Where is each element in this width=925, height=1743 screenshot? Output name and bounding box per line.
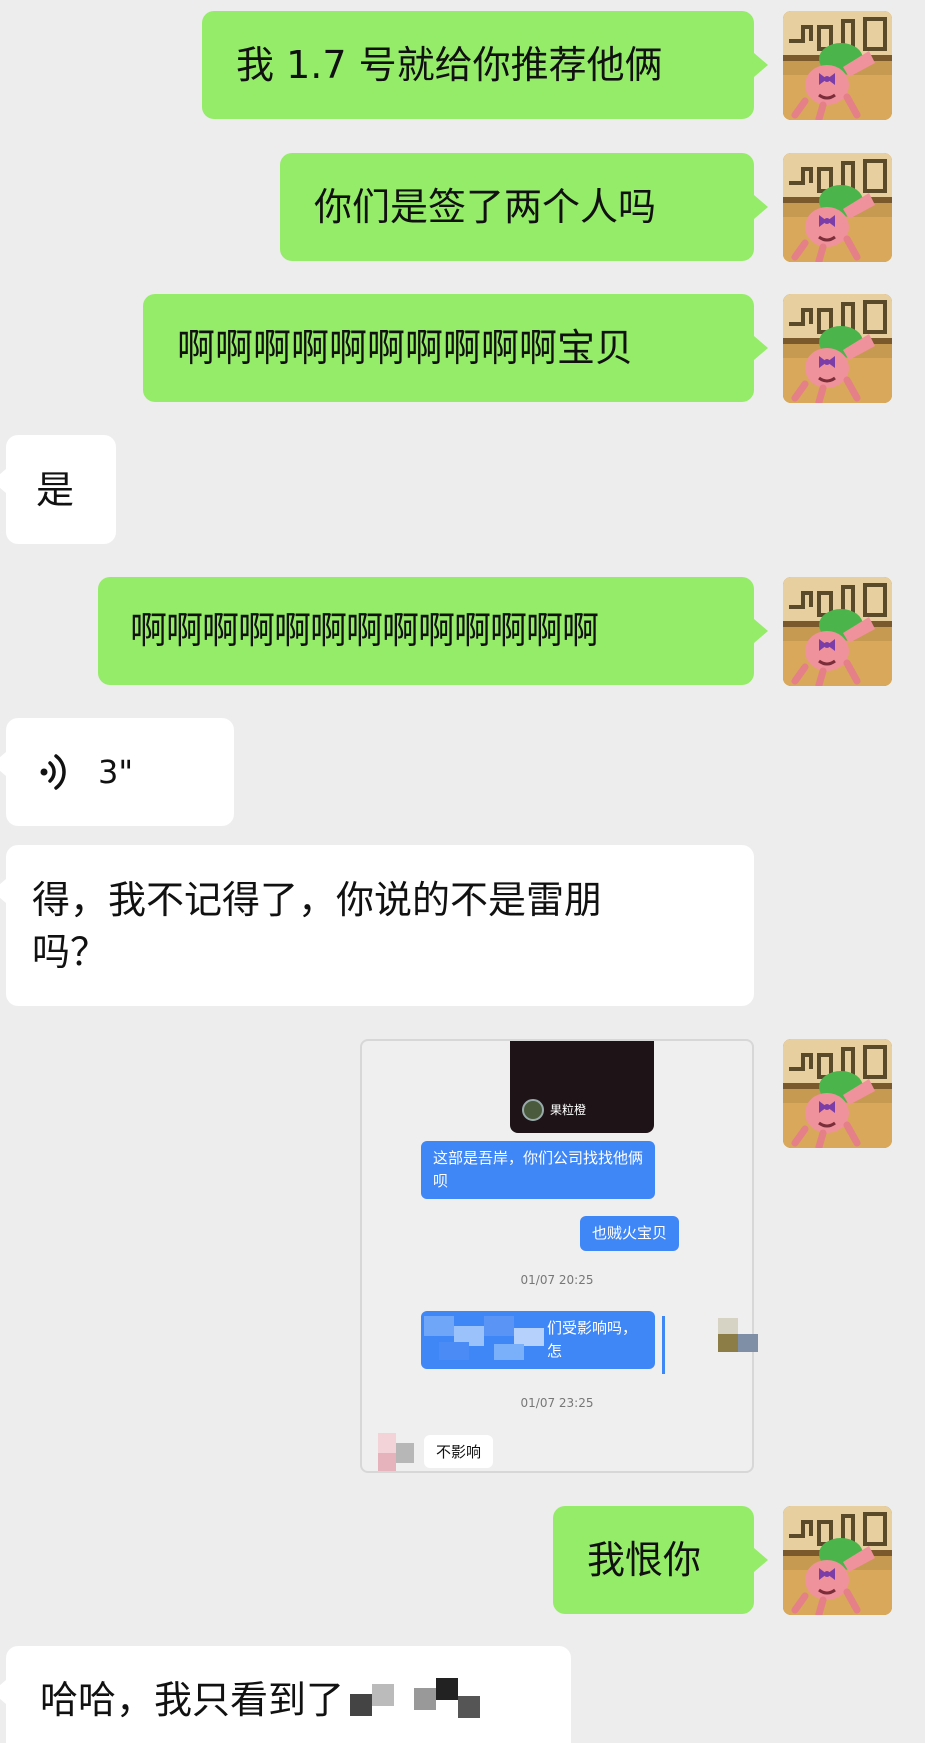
message-text: 啊啊啊啊啊啊啊啊啊啊啊啊啊 [130, 609, 599, 652]
my-message-bubble[interactable]: 啊啊啊啊啊啊啊啊啊啊宝贝 [143, 294, 768, 402]
my-avatar[interactable] [783, 153, 892, 262]
cartoon-avatar-icon [783, 1039, 892, 1148]
pixelated-redaction [350, 1678, 500, 1722]
video-username: 果粒橙 [550, 1103, 587, 1117]
message-text: 是 [36, 467, 75, 512]
their-message-bubble[interactable]: 哈哈，我只看到了 [0, 1646, 571, 1743]
my-message-bubble[interactable]: 我恨你 [553, 1506, 768, 1614]
pixelated-redaction [718, 1318, 758, 1352]
pixelated-redaction [424, 1316, 544, 1364]
cartoon-avatar-icon [783, 11, 892, 120]
cartoon-avatar-icon [783, 577, 892, 686]
screenshot-reply-bubble: 不影响 [424, 1435, 494, 1468]
screenshot-image-message[interactable]: 果粒橙 这部是吾岸，你们公司找找他俩呗 也贼火宝贝 01/07 20:25 们受… [360, 1039, 754, 1473]
my-message-bubble[interactable]: 啊啊啊啊啊啊啊啊啊啊啊啊啊 [98, 577, 768, 685]
voice-duration: 3" [98, 753, 134, 791]
message-text: 得，我不记得了，你说的不是雷朋 [32, 877, 603, 922]
my-avatar[interactable] [783, 577, 892, 686]
message-text: 吗？ [32, 929, 109, 974]
screenshot-timestamp: 01/07 20:25 [520, 1273, 594, 1287]
voice-message-bubble[interactable]: 3" [0, 718, 234, 826]
message-text: 你们是签了两个人吗 [314, 185, 657, 229]
cartoon-avatar-icon [783, 153, 892, 262]
my-message-bubble[interactable]: 你们是签了两个人吗 [280, 153, 768, 261]
screenshot-chat-bubble: 也贼火宝贝 [580, 1216, 680, 1251]
my-avatar[interactable] [783, 294, 892, 403]
message-text: 我 1.7 号就给你推荐他俩 [236, 43, 663, 87]
their-message-bubble[interactable]: 得，我不记得了，你说的不是雷朋 吗？ [0, 845, 754, 1006]
screenshot-chat-bubble: 这部是吾岸，你们公司找找他俩呗 [421, 1141, 655, 1199]
pixelated-avatar [378, 1433, 414, 1471]
my-avatar[interactable] [783, 1039, 892, 1148]
my-avatar[interactable] [783, 1506, 892, 1615]
message-text: 啊啊啊啊啊啊啊啊啊啊宝贝 [177, 326, 634, 370]
cartoon-avatar-icon [783, 1506, 892, 1615]
my-message-bubble[interactable]: 我 1.7 号就给你推荐他俩 [202, 11, 768, 119]
screenshot-bubble-edge [662, 1316, 665, 1374]
video-thumbnail[interactable]: 果粒橙 [510, 1041, 654, 1133]
voice-wave-icon [40, 754, 66, 790]
user-avatar [522, 1099, 544, 1121]
cartoon-avatar-icon [783, 294, 892, 403]
my-avatar[interactable] [783, 11, 892, 120]
their-message-bubble[interactable]: 是 [0, 435, 116, 544]
message-text: 哈哈，我只看到了 [40, 1678, 345, 1722]
screenshot-timestamp: 01/07 23:25 [520, 1396, 594, 1410]
message-text: 我恨你 [587, 1538, 702, 1582]
